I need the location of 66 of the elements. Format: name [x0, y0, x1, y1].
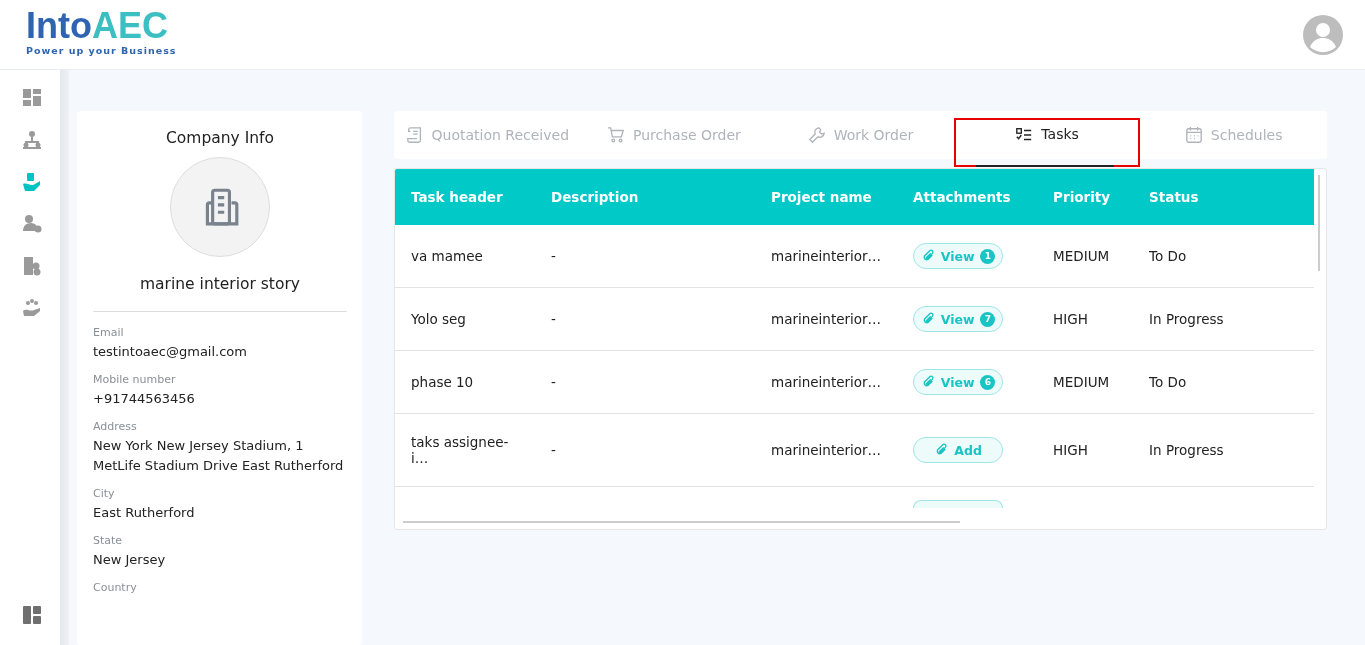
table-cell: marineinterior…: [771, 311, 882, 327]
view-attachment-button[interactable]: View 7: [913, 306, 1004, 332]
people-icon[interactable]: [22, 214, 42, 234]
avatar-icon[interactable]: [1303, 14, 1343, 55]
field-label: Address: [93, 420, 138, 433]
count-badge: 6: [980, 374, 996, 390]
field-value: East Rutherford: [93, 504, 196, 522]
table-cell: marineinterior…: [771, 374, 882, 390]
attachment-button[interactable]: [913, 500, 1004, 508]
field-value: testintoaec@gmail.com: [93, 343, 248, 361]
column-header: Description: [535, 169, 755, 225]
table-cell: In Progress: [1149, 442, 1224, 458]
tab[interactable]: Tasks: [953, 118, 1141, 167]
add-attachment-button[interactable]: Add: [913, 437, 1004, 463]
table-cell: To Do: [1149, 374, 1187, 390]
table-cell: -: [551, 374, 556, 390]
tab[interactable]: Schedules: [1140, 111, 1327, 159]
table-cell: MEDIUM: [1053, 248, 1110, 264]
count-badge: 1: [980, 248, 996, 264]
field-value: New York New Jersey Stadium, 1 MetLife Stadium Drive East Rutherford: [93, 437, 345, 475]
field-label: Email: [93, 326, 125, 339]
column-header: Task header: [395, 169, 535, 225]
field-label: Country: [93, 581, 138, 594]
tab[interactable]: Purchase Order: [580, 111, 768, 159]
table-cell: -: [551, 248, 556, 264]
table-cell: marineinterior…: [771, 442, 882, 458]
scroll-icon: [405, 126, 424, 144]
field-label: Mobile number: [93, 373, 177, 386]
table-cell: To Do: [1149, 248, 1187, 264]
field-value: New Jersey: [93, 551, 167, 569]
column-header: Project name: [755, 169, 898, 225]
card-title: Company Info: [166, 129, 274, 147]
cart-icon: [607, 126, 625, 144]
calendar-icon: [1184, 126, 1203, 144]
table-cell: marineinterior…: [771, 248, 882, 264]
table-cell: In Progress: [1149, 311, 1224, 327]
column-header: Priority: [1037, 169, 1134, 225]
table-cell: Yolo seg: [411, 311, 466, 327]
building-icon[interactable]: [22, 256, 42, 276]
tab[interactable]: Work Order: [767, 111, 954, 159]
table-cell: va mamee: [411, 248, 483, 264]
table-cell: phase 10: [411, 374, 474, 390]
table-cell: -: [551, 311, 556, 327]
dashboard-icon[interactable]: [22, 88, 42, 108]
layout-icon[interactable]: [22, 605, 42, 625]
column-header: Status: [1133, 169, 1314, 225]
table-cell-text: taks assignee-i…: [411, 434, 510, 466]
count-badge: 7: [980, 311, 996, 327]
view-attachment-button[interactable]: View 1: [913, 243, 1004, 269]
table-cell: HIGH: [1053, 442, 1088, 458]
hierarchy-icon[interactable]: [22, 130, 42, 150]
field-value: +91744563456: [93, 390, 196, 408]
view-attachment-button[interactable]: View 6: [913, 369, 1004, 395]
logo: IntoAEC Power up your Business: [26, 7, 177, 56]
table-cell: HIGH: [1053, 311, 1088, 327]
field-label: City: [93, 487, 116, 500]
company-name: marine interior story: [140, 275, 300, 293]
table-cell: MEDIUM: [1053, 374, 1110, 390]
field-label: State: [93, 534, 124, 547]
column-header: Attachments: [897, 169, 1038, 225]
hand-icon[interactable]: [22, 172, 42, 192]
team-icon[interactable]: [22, 298, 42, 318]
wrench-icon: [807, 126, 826, 144]
table-cell: -: [551, 442, 556, 458]
paperclip-icon: [934, 443, 949, 457]
tab[interactable]: Quotation Received: [394, 111, 581, 159]
